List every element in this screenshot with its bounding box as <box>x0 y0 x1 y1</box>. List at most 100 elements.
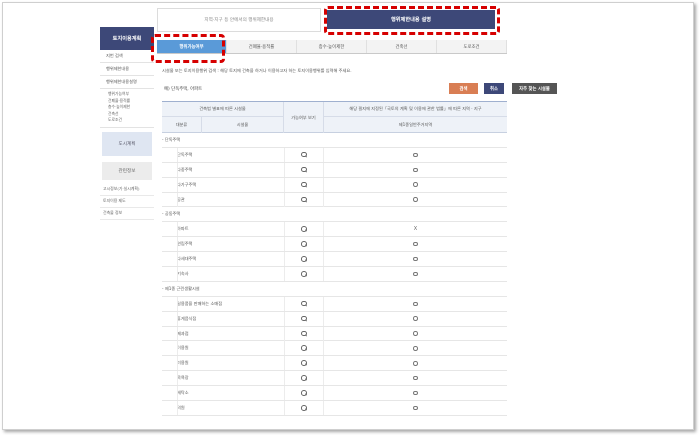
facility-name: 공관 <box>177 196 185 202</box>
allowed-circle-icon <box>413 256 418 262</box>
sidebar-link-land-use[interactable]: 토지이용 제도 <box>100 196 154 208</box>
screenshot-frame: 토지이용계획 지번 검색 행위제한내용 행위제한내용설명 행위가능여부 건폐율·… <box>2 2 694 430</box>
header-facility: 시설물 <box>202 117 284 133</box>
view-possible-cell[interactable] <box>284 267 324 282</box>
magnifier-icon[interactable] <box>301 330 307 337</box>
view-possible-cell[interactable] <box>284 177 324 192</box>
facility-search-input[interactable]: 예) 단독주택, 아파트 <box>162 83 372 95</box>
cell-divider <box>177 162 178 177</box>
magnifier-icon[interactable] <box>301 241 307 247</box>
view-possible-cell[interactable] <box>284 341 324 356</box>
view-possible-cell[interactable] <box>284 386 324 401</box>
sidebar-item-restrictions[interactable]: 행위제한내용 <box>100 63 154 76</box>
view-possible-cell[interactable] <box>284 222 324 237</box>
view-possible-cell[interactable] <box>284 401 324 416</box>
sidebar-link-building-info[interactable]: 건축물 정보 <box>100 208 154 220</box>
sidebar-link-notice[interactable]: 고시정보(기·실시계획) <box>100 184 154 196</box>
magnifier-icon[interactable] <box>301 300 307 307</box>
sidebar-title: 토지이용계획 <box>100 27 154 50</box>
tab-height[interactable]: 층수·높이제한 <box>297 40 367 53</box>
zone-permission-value <box>324 356 507 370</box>
cell-divider <box>177 296 178 311</box>
sidebar-item-parcel-search[interactable]: 지번 검색 <box>100 50 154 63</box>
zone-permission-value <box>324 178 507 192</box>
allowed-circle-icon <box>413 197 418 202</box>
magnifier-icon[interactable] <box>301 166 307 173</box>
allowed-circle-icon <box>413 346 418 351</box>
view-possible-cell[interactable] <box>284 147 324 162</box>
magnifier-icon[interactable] <box>301 226 307 232</box>
cell-divider <box>177 237 178 252</box>
table-category-row: - 공동주택 <box>162 207 507 223</box>
category-name: - 제1종 근린생활시설 <box>162 285 200 291</box>
tab-building-line[interactable]: 건축선 <box>367 40 437 53</box>
allowed-circle-icon <box>413 152 418 158</box>
magnifier-icon[interactable] <box>301 271 307 277</box>
zone-permission-value <box>324 327 507 341</box>
cell-divider <box>177 371 178 386</box>
view-possible-cell[interactable] <box>284 252 324 267</box>
zone-permission-value <box>324 371 507 385</box>
facility-name: 기숙사 <box>177 271 189 277</box>
magnifier-icon[interactable] <box>301 315 307 322</box>
view-possible-cell[interactable] <box>284 192 324 207</box>
cell-divider <box>177 386 178 401</box>
cell-divider <box>177 311 178 326</box>
magnifier-icon[interactable] <box>301 151 307 158</box>
table-row: 아파트 X <box>162 222 507 238</box>
cell-divider <box>177 341 178 356</box>
header-category: 대분류 <box>162 117 202 133</box>
search-button[interactable]: 검색 <box>449 83 478 94</box>
zone-permission-value <box>324 252 507 266</box>
magnifier-icon[interactable] <box>301 360 307 366</box>
facility-table: 건축법 별표에 따른 시설물 대분류 시설물 가능여부 보기 해당 필지에 지정… <box>162 101 507 416</box>
zone-permission-value <box>324 386 507 400</box>
view-possible-cell[interactable] <box>284 162 324 177</box>
facility-name: 휴게음식점 <box>177 315 197 321</box>
sidebar-item-restriction-explanation[interactable]: 행위제한내용설명 <box>100 76 154 89</box>
magnifier-icon[interactable] <box>301 375 307 381</box>
magnifier-icon[interactable] <box>301 390 307 396</box>
frequent-facilities-button[interactable]: 자주 찾는 시설물 <box>512 83 557 94</box>
view-possible-cell[interactable] <box>284 311 324 326</box>
cell-divider <box>177 192 178 207</box>
table-row: 세탁소 <box>162 386 507 402</box>
cancel-button[interactable]: 취소 <box>484 83 504 94</box>
facility-name: 연립주택 <box>177 241 193 247</box>
sidebar: 토지이용계획 지번 검색 행위제한내용 행위제한내용설명 행위가능여부 건폐율·… <box>100 27 154 220</box>
table-row: 다세대주택 <box>162 252 507 268</box>
tab-ratio[interactable]: 건폐율·용적률 <box>227 40 297 53</box>
tab-road[interactable]: 도로조건 <box>437 40 507 53</box>
magnifier-icon[interactable] <box>301 181 307 188</box>
allowed-circle-icon <box>413 331 418 336</box>
facility-name: 세탁소 <box>177 390 189 396</box>
view-possible-cell[interactable] <box>284 237 324 252</box>
allowed-circle-icon <box>413 271 418 277</box>
top-tabs: 지역·지구 등 안에서의 행위제한내용 행위제한내용 설명 <box>157 6 507 35</box>
facility-name: 일용품을 판매하는 소매점 <box>177 300 223 306</box>
sidebar-subitem-road[interactable]: 도로조건 <box>108 117 154 124</box>
view-possible-cell[interactable] <box>284 371 324 386</box>
header-law: 해당 필지에 지정된「국토의 계획 및 이용에 관한 법률」에 따른 지역 · … <box>324 102 507 117</box>
view-possible-cell[interactable] <box>284 356 324 371</box>
highlight-box-possible-tab <box>151 34 225 63</box>
view-possible-cell[interactable] <box>284 296 324 311</box>
sidebar-urban-plan-button[interactable]: 도시계획 <box>102 131 152 156</box>
table-row: 기숙사 <box>162 267 507 282</box>
not-allowed-mark: X <box>413 226 418 233</box>
sidebar-related-info-heading: 관련정보 <box>102 161 152 180</box>
zone-restriction-tab[interactable]: 지역·지구 등 안에서의 행위제한내용 <box>157 8 321 32</box>
facility-name: 다세대주택 <box>177 256 197 262</box>
facility-name: 의원 <box>177 405 185 411</box>
magnifier-icon[interactable] <box>301 256 307 262</box>
magnifier-icon[interactable] <box>301 405 307 411</box>
magnifier-icon[interactable] <box>301 345 307 352</box>
allowed-circle-icon <box>413 167 418 172</box>
zone-permission-value <box>324 267 507 281</box>
magnifier-icon[interactable] <box>301 196 307 203</box>
facility-name: 다가구주택 <box>177 181 197 187</box>
facility-name: 단독주택 <box>177 151 193 157</box>
facility-name: 목욕장 <box>177 375 189 381</box>
zone-permission-value <box>324 341 507 355</box>
view-possible-cell[interactable] <box>284 326 324 341</box>
